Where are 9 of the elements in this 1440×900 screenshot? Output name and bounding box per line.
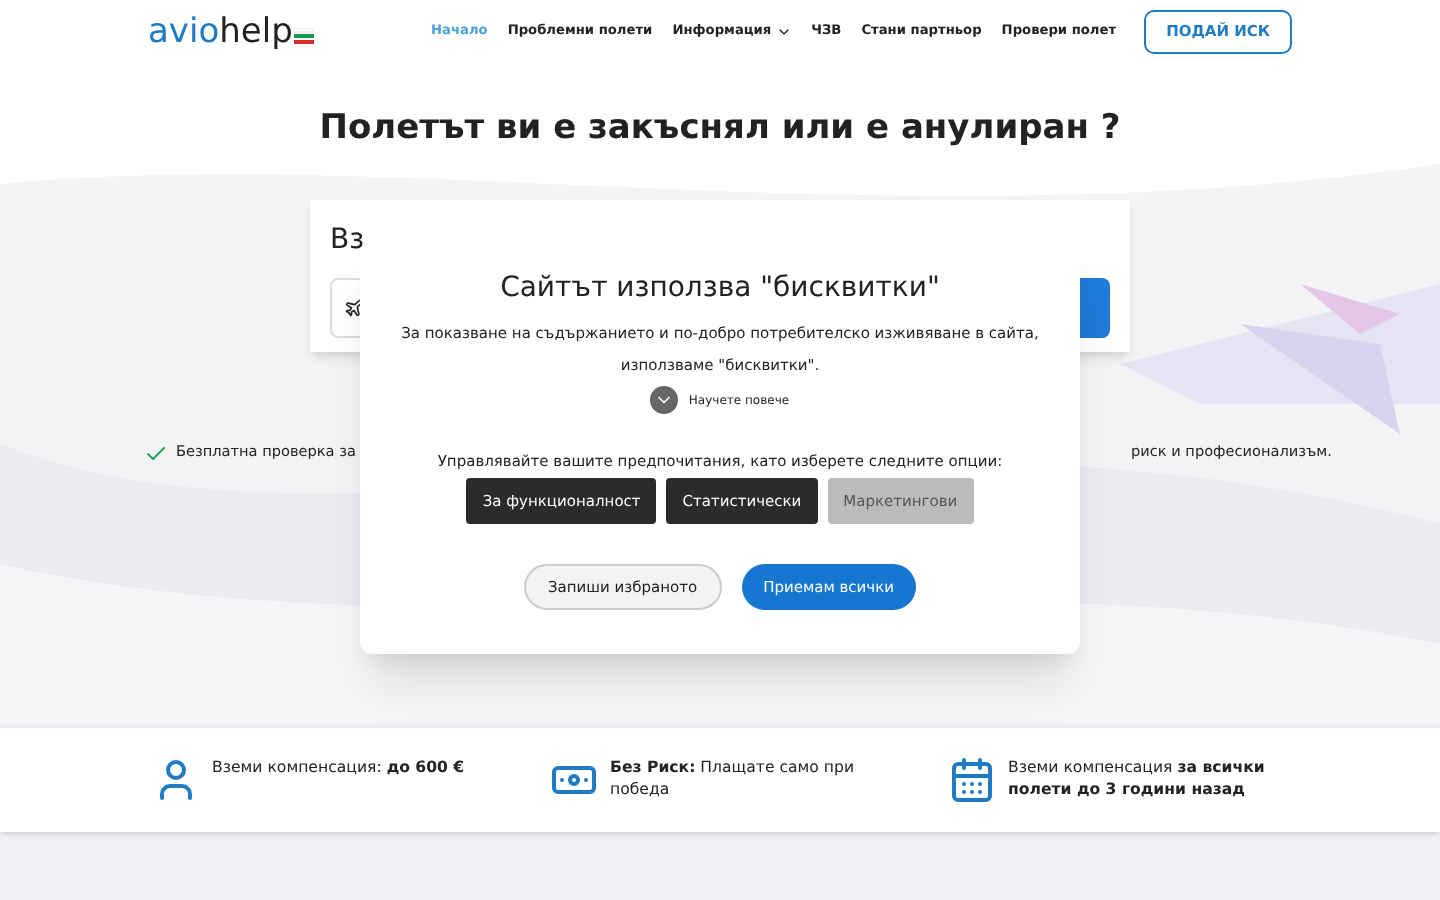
expand-button[interactable] — [650, 386, 679, 414]
plane-icon — [344, 297, 364, 317]
calendar-icon — [948, 756, 996, 804]
dialog-title: Сайтът използва "бисквитки" — [500, 270, 940, 308]
hero-title: Полетът ви е закъснял или е анулиран ? — [317, 106, 1123, 152]
card-title: Вз — [330, 221, 367, 259]
check-icon — [144, 441, 168, 465]
flag-stripes-icon — [294, 28, 315, 44]
logo[interactable]: aviohelp — [148, 15, 315, 49]
